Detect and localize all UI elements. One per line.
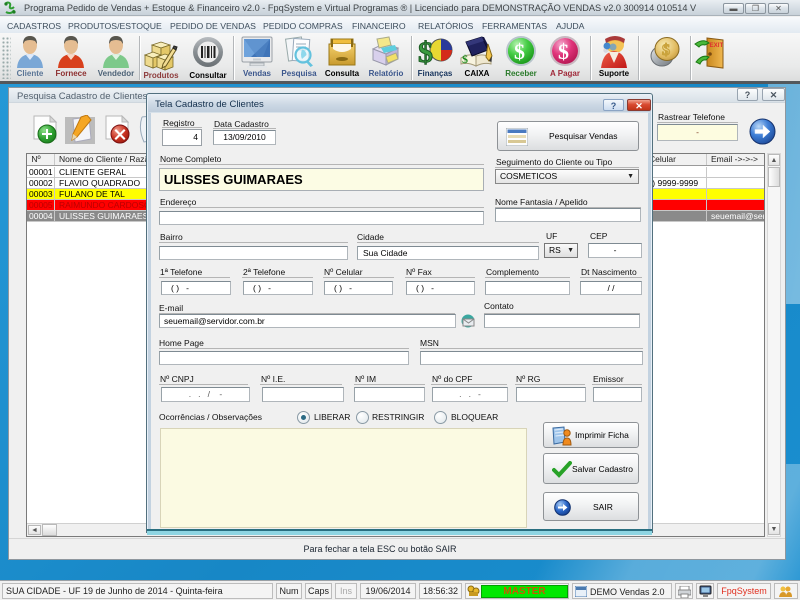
svg-text:EXIT: EXIT <box>710 42 724 49</box>
svg-text:$: $ <box>662 42 670 59</box>
svg-text:$: $ <box>418 36 433 69</box>
svg-text:$: $ <box>514 39 525 64</box>
svg-text:$: $ <box>462 52 468 66</box>
svg-text:$: $ <box>558 39 569 64</box>
